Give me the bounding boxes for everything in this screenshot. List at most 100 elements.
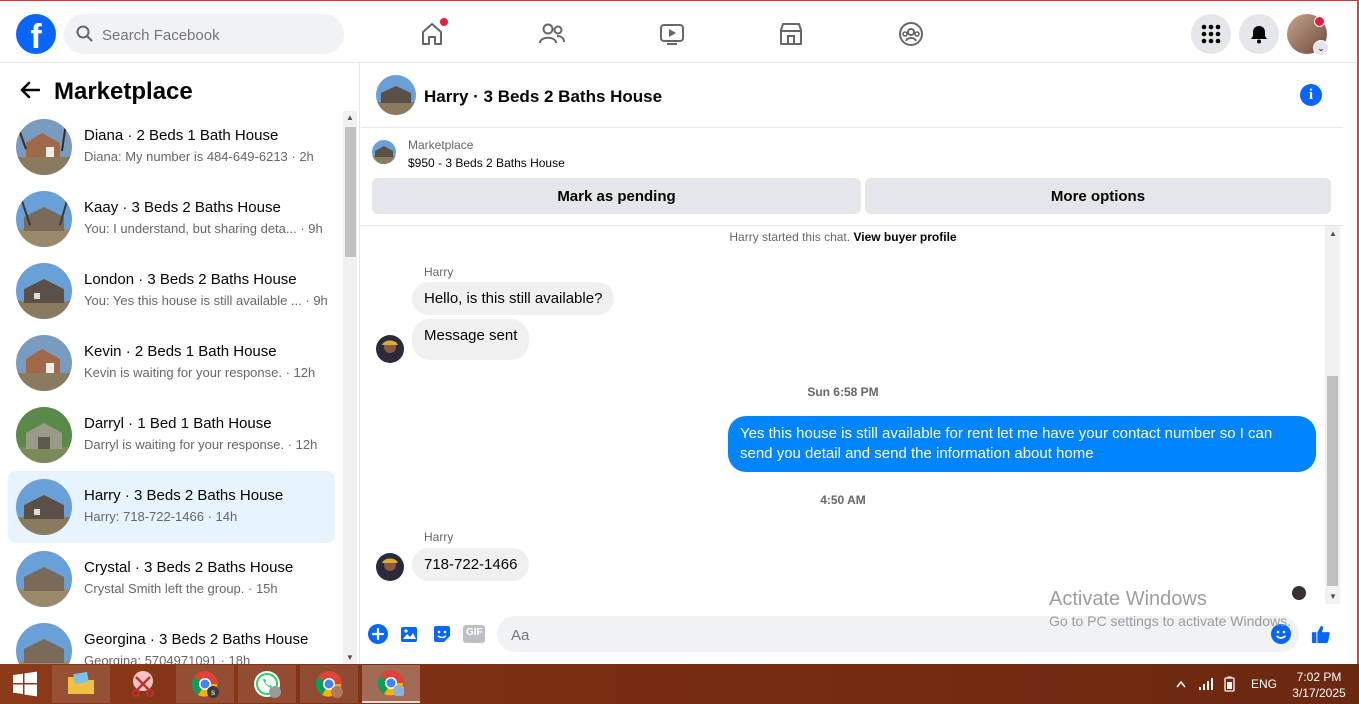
sender-name: Harry (424, 530, 454, 544)
chat-listing-thumbnail[interactable] (376, 75, 416, 115)
listing-kind: Marketplace (408, 138, 474, 152)
listing-thumbnail (16, 335, 72, 391)
chrome-profile-avatar-icon[interactable] (300, 665, 358, 703)
conversation-item-active[interactable]: Harry · 3 Beds 2 Baths House Harry: 718-… (8, 471, 335, 543)
home-notification-dot (440, 18, 448, 26)
message-thread: Harry started this chat. View buyer prof… (361, 226, 1325, 604)
facebook-topbar: f ⌄ (0, 6, 1357, 63)
scrollbar-thumb[interactable] (1327, 376, 1338, 586)
taskbar-clock[interactable]: 7:02 PM 3/17/2025 (1284, 669, 1354, 701)
timestamp: Sun 6:58 PM (807, 385, 879, 399)
search-icon (76, 25, 93, 47)
conversation-item[interactable]: Darryl · 1 Bed 1 Bath House Darryl is wa… (8, 399, 335, 471)
listing-banner: Marketplace $950 - 3 Beds 2 Baths House … (361, 128, 1343, 226)
scroll-down-icon[interactable]: ▼ (346, 653, 354, 662)
conversation-item[interactable]: Diana · 2 Beds 1 Bath House Diana: My nu… (8, 111, 335, 183)
show-hidden-icons[interactable] (1176, 664, 1186, 704)
sticker-icon[interactable] (432, 624, 452, 644)
incoming-message[interactable]: Hello, is this still available? (412, 282, 615, 315)
incoming-message[interactable]: Message sent (412, 319, 530, 360)
sender-avatar[interactable] (376, 335, 404, 363)
network-signal-icon[interactable] (1198, 664, 1214, 704)
conversation-preview: You: I understand, but sharing deta... ·… (84, 221, 323, 236)
search-input[interactable] (100, 14, 334, 56)
chrome-active-window-icon[interactable] (362, 665, 420, 703)
conversation-preview: Georgina: 5704971091 · 18h (84, 653, 251, 664)
conversation-title: Georgina · 3 Beds 2 Baths House (84, 631, 309, 648)
windows-taskbar: s ENG 7:02 PM 3/17/2025 (0, 664, 1359, 704)
system-message: Harry started this chat. View buyer prof… (361, 230, 1325, 244)
conversation-item[interactable]: London · 3 Beds 2 Baths House You: Yes t… (8, 255, 335, 327)
groups-icon[interactable] (896, 19, 926, 49)
scroll-down-icon[interactable]: ▼ (1329, 592, 1337, 601)
bell-icon[interactable] (1239, 14, 1279, 54)
listing-price-title[interactable]: $950 - 3 Beds 2 Baths House (408, 156, 565, 170)
conversation-title: Diana · 2 Beds 1 Bath House (84, 127, 279, 144)
file-explorer-icon[interactable] (52, 665, 110, 703)
chat-title[interactable]: Harry · 3 Beds 2 Baths House (424, 87, 662, 107)
sidebar-scrollbar[interactable]: ▲ ▼ (343, 111, 357, 664)
incoming-message[interactable]: 718-722-1466 (412, 548, 530, 581)
windows-start-icon[interactable] (0, 665, 50, 703)
conversation-preview: You: Yes this house is still available .… (84, 293, 328, 308)
marketplace-icon[interactable] (776, 19, 806, 49)
listing-mini-thumbnail (372, 140, 396, 164)
gif-icon[interactable]: GIF (463, 624, 485, 644)
facebook-logo[interactable]: f (16, 14, 56, 54)
system-message-text: Harry started this chat. (729, 230, 851, 244)
conversation-preview: Harry: 718-722-1466 · 14h (84, 509, 238, 524)
conversation-item[interactable]: Crystal · 3 Beds 2 Baths House Crystal S… (8, 543, 335, 615)
conversation-item[interactable]: Georgina · 3 Beds 2 Baths House Georgina… (8, 615, 335, 664)
menu-grid-icon[interactable] (1191, 14, 1231, 54)
scroll-up-icon[interactable]: ▲ (346, 113, 354, 122)
chat-scrollbar[interactable]: ▲ ▼ (1325, 226, 1340, 604)
mark-as-pending-button[interactable]: Mark as pending (372, 178, 861, 214)
conversation-title: Kevin · 2 Beds 1 Bath House (84, 343, 277, 360)
timestamp: 4:50 AM (820, 493, 866, 507)
whatsapp-icon[interactable] (238, 665, 296, 703)
back-arrow-icon[interactable] (20, 80, 41, 104)
info-icon[interactable]: i (1300, 84, 1322, 106)
profile-notification-dot (1314, 16, 1325, 27)
chat-header: Harry · 3 Beds 2 Baths House i (361, 63, 1343, 128)
more-options-button[interactable]: More options (865, 178, 1331, 214)
friends-icon[interactable] (537, 19, 567, 49)
scroll-up-icon[interactable]: ▲ (1329, 229, 1337, 238)
snipping-tool-icon[interactable] (114, 665, 172, 703)
conversation-title: Crystal · 3 Beds 2 Baths House (84, 559, 294, 576)
conversation-preview: Kevin is waiting for your response. · 12… (84, 365, 316, 380)
view-buyer-profile-link[interactable]: View buyer profile (853, 230, 956, 244)
marketplace-inbox-sidebar: Marketplace Diana · 2 Beds 1 Bath House … (0, 63, 360, 664)
like-icon[interactable] (1311, 624, 1331, 644)
watch-icon[interactable] (657, 19, 687, 49)
listing-thumbnail (16, 119, 72, 175)
listing-thumbnail (16, 407, 72, 463)
language-indicator[interactable]: ENG (1251, 664, 1277, 704)
conversation-preview: Darryl is waiting for your response. · 1… (84, 437, 318, 452)
profile-avatar[interactable]: ⌄ (1287, 14, 1329, 56)
sender-avatar[interactable] (376, 553, 404, 581)
conversation-title: Darryl · 1 Bed 1 Bath House (84, 415, 272, 432)
listing-thumbnail (16, 479, 72, 535)
conversation-list: Diana · 2 Beds 1 Bath House Diana: My nu… (8, 111, 335, 664)
conversation-item[interactable]: Kevin · 2 Beds 1 Bath House Kevin is wai… (8, 327, 335, 399)
sidebar-title: Marketplace (54, 78, 193, 105)
conversation-title: London · 3 Beds 2 Baths House (84, 271, 297, 288)
home-icon[interactable] (417, 18, 448, 49)
gif-label: GIF (466, 627, 483, 638)
outgoing-message[interactable]: Yes this house is still available for re… (728, 416, 1316, 472)
scrollbar-thumb[interactable] (345, 127, 356, 257)
listing-thumbnail (16, 623, 72, 664)
listing-thumbnail (16, 263, 72, 319)
conversation-item[interactable]: Kaay · 3 Beds 2 Baths House You: I under… (8, 183, 335, 255)
plus-icon[interactable] (368, 624, 388, 644)
sender-name: Harry (424, 265, 454, 279)
chevron-down-icon: ⌄ (1313, 40, 1329, 56)
conversation-preview: Diana: My number is 484-649-6213 · 2h (84, 149, 314, 164)
search-box[interactable] (64, 14, 344, 56)
sidebar-header: Marketplace (20, 77, 193, 107)
chrome-profile-s-icon[interactable]: s (176, 665, 234, 703)
battery-icon[interactable] (1222, 664, 1238, 704)
photo-icon[interactable] (400, 624, 420, 644)
watermark-title: Activate Windows (1049, 588, 1207, 610)
